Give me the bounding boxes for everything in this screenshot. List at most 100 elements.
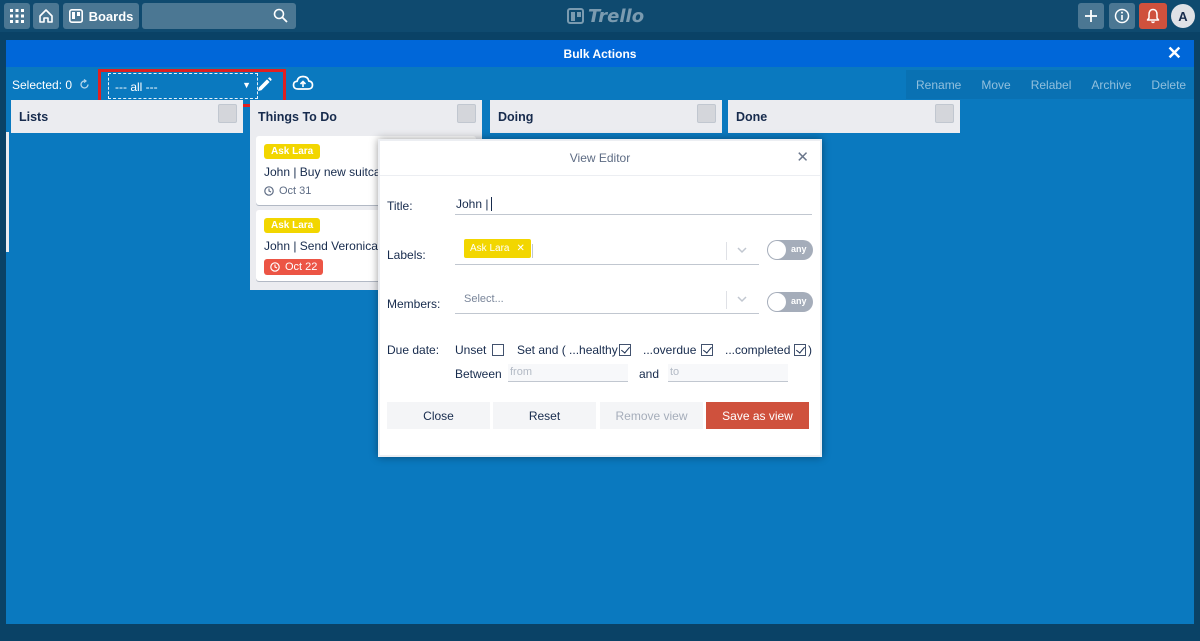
plus-icon bbox=[1085, 10, 1097, 22]
clock-icon bbox=[264, 186, 274, 196]
overdue-checkbox[interactable] bbox=[701, 344, 713, 356]
members-placeholder: Select... bbox=[464, 293, 504, 305]
overdue-label: ...overdue bbox=[643, 343, 697, 357]
close-paren: ) bbox=[808, 343, 812, 357]
list-header: Doing bbox=[490, 100, 722, 133]
remove-tag-icon[interactable]: ✕ bbox=[516, 243, 524, 254]
toggle-knob bbox=[768, 241, 786, 259]
labels-label: Labels: bbox=[387, 248, 426, 262]
completed-label: ...completed bbox=[725, 343, 791, 357]
view-select-value: --- all --- bbox=[115, 80, 158, 94]
selected-count: Selected: 0 bbox=[12, 78, 73, 92]
title-input[interactable]: John | bbox=[455, 197, 812, 215]
boards-icon bbox=[68, 9, 83, 23]
top-header: Boards Trello A bbox=[0, 0, 1200, 32]
divider bbox=[726, 291, 727, 309]
list-select-checkbox[interactable] bbox=[697, 104, 716, 123]
list-select-checkbox[interactable] bbox=[935, 104, 954, 123]
caret-down-icon: ▼ bbox=[242, 80, 251, 90]
trello-logo[interactable]: Trello bbox=[567, 5, 644, 27]
members-select[interactable]: Select... bbox=[455, 286, 759, 314]
due-badge-overdue: Oct 22 bbox=[264, 259, 324, 275]
home-icon bbox=[39, 9, 53, 23]
cloud-upload-icon[interactable] bbox=[292, 74, 314, 92]
boards-label: Boards bbox=[88, 8, 134, 24]
remove-view-button[interactable]: Remove view bbox=[600, 402, 703, 429]
list-title: Things To Do bbox=[258, 109, 337, 124]
toggle-knob bbox=[768, 293, 786, 311]
list-header: Lists bbox=[11, 100, 243, 133]
close-icon[interactable]: ✕ bbox=[796, 150, 809, 165]
list-title: Doing bbox=[498, 109, 534, 124]
view-editor-dialog: View Editor ✕ Title: John | Labels: Ask … bbox=[378, 139, 822, 457]
toggle-text: any bbox=[791, 244, 807, 254]
save-as-view-button[interactable]: Save as view bbox=[706, 402, 809, 429]
card-label: Ask Lara bbox=[264, 144, 321, 159]
divider bbox=[726, 242, 727, 260]
info-icon bbox=[1114, 8, 1130, 24]
trello-logo-icon bbox=[567, 8, 584, 24]
bulk-toolbar: Selected: 0 --- all --- ▼ Rename Move Re… bbox=[6, 69, 1194, 107]
avatar[interactable]: A bbox=[1171, 4, 1195, 28]
date-to-input[interactable]: to bbox=[668, 364, 788, 382]
bulk-actions-title: Bulk Actions bbox=[563, 46, 637, 61]
info-button[interactable] bbox=[1109, 3, 1135, 29]
list-done: Done bbox=[728, 100, 960, 133]
list-select-checkbox[interactable] bbox=[457, 104, 476, 123]
move-button[interactable]: Move bbox=[971, 78, 1020, 92]
between-label: Between bbox=[455, 367, 502, 381]
reset-button[interactable]: Reset bbox=[493, 402, 596, 429]
chevron-down-icon[interactable] bbox=[736, 244, 748, 256]
refresh-icon[interactable] bbox=[79, 79, 90, 90]
scroll-strip[interactable] bbox=[6, 132, 9, 252]
label-tag-text: Ask Lara bbox=[470, 243, 510, 254]
chevron-down-icon[interactable] bbox=[736, 293, 748, 305]
label-tag: Ask Lara ✕ bbox=[464, 239, 531, 258]
completed-checkbox[interactable] bbox=[794, 344, 806, 356]
card-label: Ask Lara bbox=[264, 218, 321, 233]
bell-icon bbox=[1146, 8, 1160, 24]
set-and-healthy-label: Set and ( ...healthy bbox=[517, 343, 618, 357]
notifications-button[interactable] bbox=[1139, 3, 1167, 29]
list-header: Things To Do bbox=[250, 100, 482, 133]
due-badge: Oct 31 bbox=[264, 185, 311, 197]
home-button[interactable] bbox=[33, 3, 59, 29]
archive-button[interactable]: Archive bbox=[1081, 78, 1141, 92]
grid-icon bbox=[10, 9, 24, 23]
view-select[interactable]: --- all --- ▼ bbox=[108, 73, 258, 99]
labels-select[interactable]: Ask Lara ✕ bbox=[455, 237, 759, 265]
list-title: Done bbox=[736, 109, 768, 124]
toggle-text: any bbox=[791, 296, 807, 306]
apps-menu-button[interactable] bbox=[4, 3, 30, 29]
list-doing: Doing bbox=[490, 100, 722, 133]
date-from-input[interactable]: from bbox=[508, 364, 628, 382]
healthy-checkbox[interactable] bbox=[619, 344, 631, 356]
divider bbox=[380, 175, 820, 176]
list-select-checkbox[interactable] bbox=[218, 104, 237, 123]
due-date: Oct 31 bbox=[279, 185, 312, 197]
pencil-icon[interactable] bbox=[256, 77, 272, 93]
list-header: Done bbox=[728, 100, 960, 133]
relabel-button[interactable]: Relabel bbox=[1021, 78, 1082, 92]
due-date: Oct 22 bbox=[285, 261, 318, 273]
boards-button[interactable]: Boards bbox=[63, 3, 139, 29]
due-date-label: Due date: bbox=[387, 343, 440, 357]
list-lists: Lists bbox=[11, 100, 243, 133]
close-button[interactable]: Close bbox=[387, 402, 490, 429]
members-any-toggle[interactable]: any bbox=[767, 292, 813, 312]
clock-icon bbox=[270, 262, 280, 272]
members-label: Members: bbox=[387, 297, 441, 311]
labels-any-toggle[interactable]: any bbox=[767, 240, 813, 260]
view-editor-title: View Editor bbox=[569, 151, 631, 165]
close-icon[interactable]: ✕ bbox=[1167, 44, 1182, 62]
logo-text: Trello bbox=[588, 5, 645, 27]
create-button[interactable] bbox=[1078, 3, 1104, 29]
search-input[interactable] bbox=[142, 3, 296, 29]
rename-button[interactable]: Rename bbox=[906, 78, 971, 92]
search-icon[interactable] bbox=[273, 8, 288, 23]
unset-checkbox[interactable] bbox=[492, 344, 504, 356]
and-label: and bbox=[639, 367, 660, 381]
delete-button[interactable]: Delete bbox=[1141, 78, 1196, 92]
bulk-actions-header: Bulk Actions ✕ bbox=[6, 40, 1194, 67]
bulk-action-buttons: Rename Move Relabel Archive Delete bbox=[906, 70, 1194, 99]
